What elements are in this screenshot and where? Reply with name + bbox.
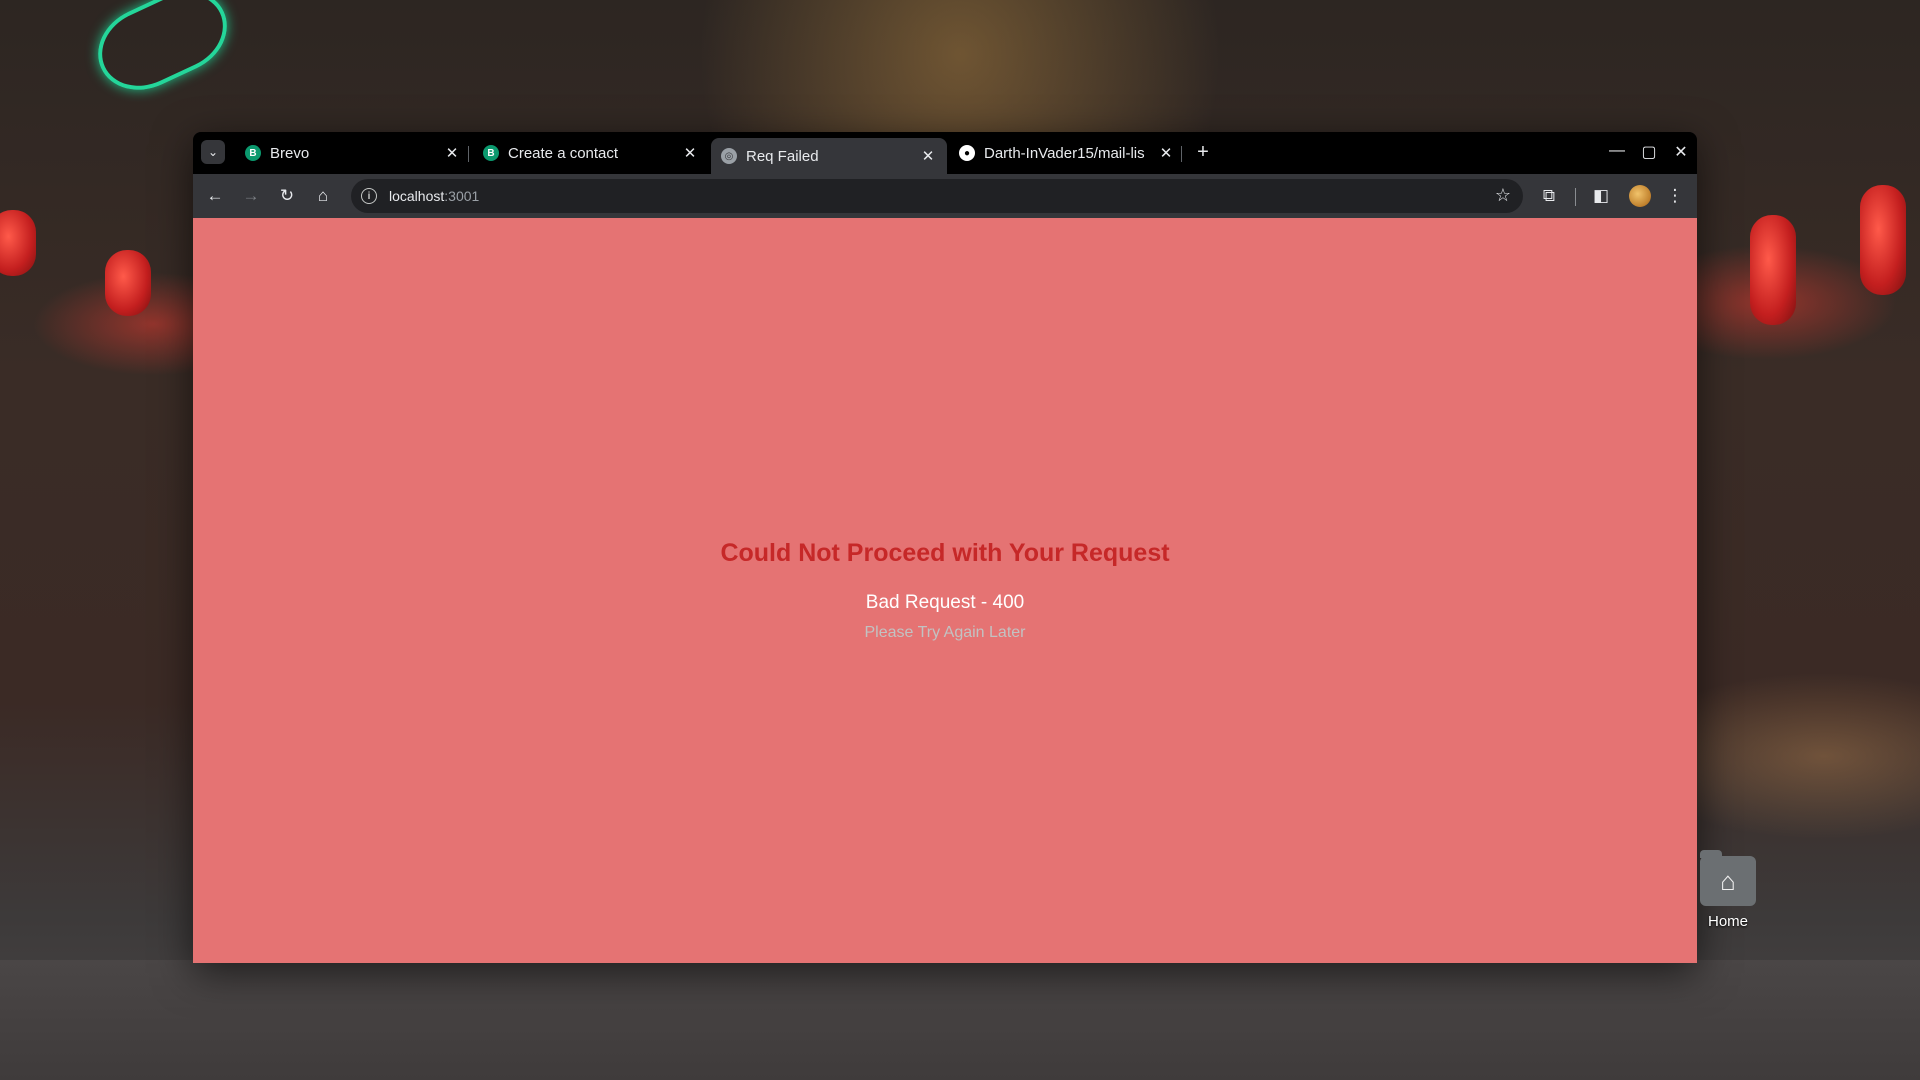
side-panel-icon[interactable]: ◧ bbox=[1589, 184, 1613, 208]
tab-separator bbox=[1181, 146, 1182, 162]
lantern-left-1 bbox=[0, 210, 36, 276]
toolbar-divider bbox=[1575, 188, 1576, 206]
page-content: Could Not Proceed with Your Request Bad … bbox=[193, 218, 1697, 963]
tab-brevo[interactable]: B Brevo ✕ bbox=[235, 138, 471, 168]
url-port: :3001 bbox=[444, 188, 480, 204]
tab-search-chevron-icon[interactable]: ⌄ bbox=[201, 140, 225, 164]
brevo-icon: B bbox=[483, 145, 499, 161]
maximize-icon[interactable]: ▢ bbox=[1639, 142, 1659, 162]
window-close-icon[interactable]: ✕ bbox=[1671, 142, 1691, 162]
tab-github-mail-list[interactable]: ● Darth-InVader15/mail-lis ✕ bbox=[949, 138, 1185, 168]
street-ground bbox=[0, 960, 1920, 1080]
profile-avatar[interactable] bbox=[1629, 185, 1651, 207]
extensions-puzzle-icon[interactable]: ⧉ bbox=[1537, 184, 1561, 208]
reload-icon[interactable]: ↻ bbox=[275, 184, 299, 208]
home-icon[interactable]: ⌂ bbox=[311, 184, 335, 208]
brevo-icon: B bbox=[245, 145, 261, 161]
browser-toolbar: ← → ↻ ⌂ i localhost :3001 ☆ ⧉ ◧ ⋮ bbox=[193, 174, 1697, 218]
lantern-right-2 bbox=[1860, 185, 1906, 295]
close-icon[interactable]: ✕ bbox=[443, 144, 461, 162]
minimize-icon[interactable]: — bbox=[1607, 142, 1627, 160]
back-arrow-icon[interactable]: ← bbox=[203, 184, 227, 208]
more-menu-icon[interactable]: ⋮ bbox=[1663, 184, 1687, 208]
address-bar[interactable]: i localhost :3001 ☆ bbox=[351, 179, 1523, 213]
tab-strip: ⌄ B Brevo ✕ B Create a contact ✕ ◎ Req F… bbox=[193, 132, 1697, 174]
tab-title: Req Failed bbox=[746, 147, 819, 165]
error-message: Please Try Again Later bbox=[864, 624, 1026, 641]
globe-icon: ◎ bbox=[721, 148, 737, 164]
neon-eye-sign bbox=[84, 0, 241, 105]
forward-arrow-icon[interactable]: → bbox=[239, 184, 263, 208]
new-tab-plus-icon[interactable]: + bbox=[1191, 141, 1215, 164]
tab-separator bbox=[468, 146, 469, 162]
tab-title: Create a contact bbox=[508, 144, 619, 162]
bookmark-star-icon[interactable]: ☆ bbox=[1495, 185, 1511, 206]
url-host: localhost bbox=[389, 188, 445, 204]
browser-window: ⌄ B Brevo ✕ B Create a contact ✕ ◎ Req F… bbox=[193, 132, 1697, 963]
github-icon: ● bbox=[959, 145, 975, 161]
tab-create-a-contact[interactable]: B Create a contact ✕ bbox=[473, 138, 709, 168]
home-folder-label[interactable]: Home bbox=[1690, 913, 1766, 930]
error-status: Bad Request - 400 bbox=[865, 592, 1025, 613]
home-folder-icon[interactable]: ⌂ bbox=[1700, 850, 1756, 906]
tab-title: Brevo bbox=[270, 144, 310, 162]
close-icon[interactable]: ✕ bbox=[919, 147, 937, 165]
close-icon[interactable]: ✕ bbox=[681, 144, 699, 162]
tab-req-failed[interactable]: ◎ Req Failed ✕ bbox=[711, 138, 947, 174]
error-title: Could Not Proceed with Your Request bbox=[720, 539, 1170, 567]
close-icon[interactable]: ✕ bbox=[1157, 144, 1175, 162]
tab-title: Darth-InVader15/mail-lis bbox=[984, 144, 1145, 162]
lantern-right-1 bbox=[1750, 215, 1796, 325]
site-info-icon[interactable]: i bbox=[361, 188, 377, 204]
lantern-left-2 bbox=[105, 250, 151, 316]
